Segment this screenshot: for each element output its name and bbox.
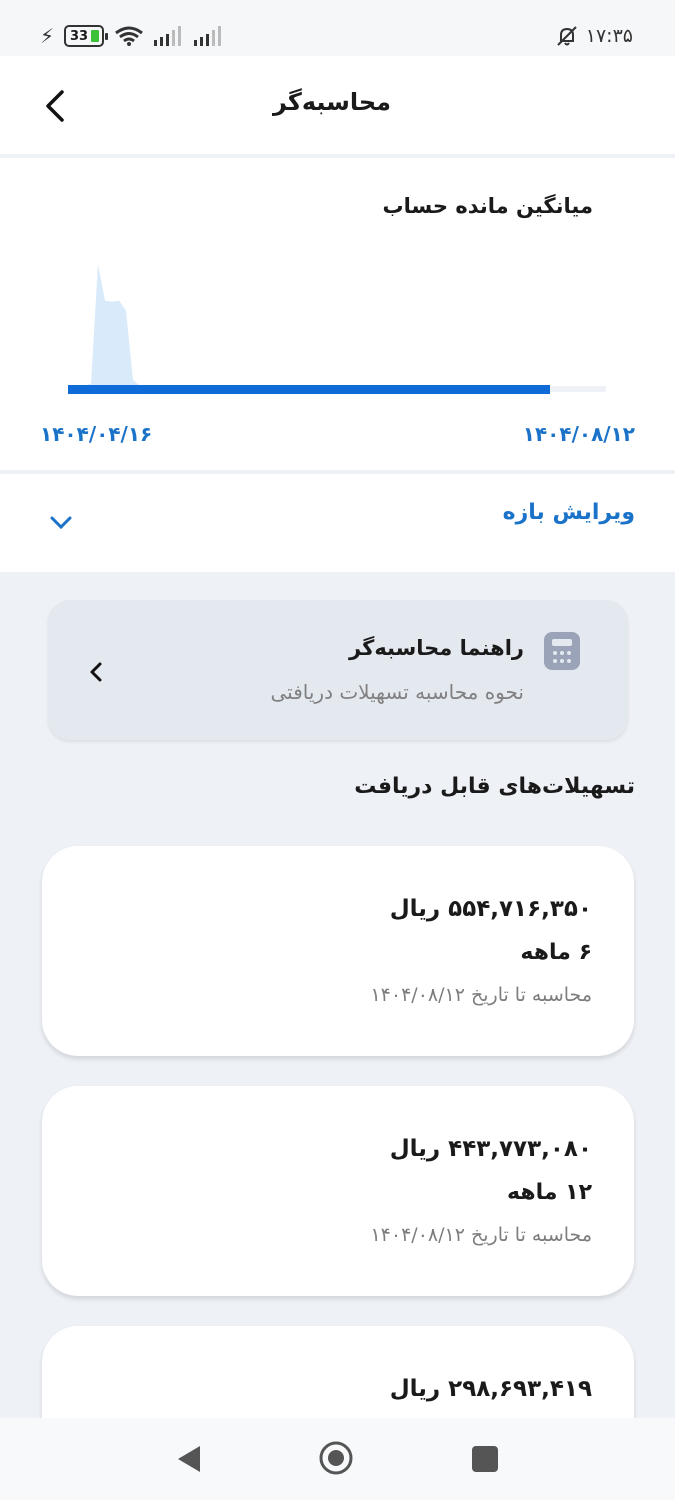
loan-card[interactable]: ۴۴۳,۷۷۳,۰۸۰ ریال ۱۲ ماهه محاسبه تا تاریخ…	[42, 1086, 634, 1296]
nav-back-icon[interactable]	[176, 1444, 202, 1474]
loan-date-note: محاسبه تا تاریخ ۱۴۰۴/۰۸/۱۲	[370, 984, 592, 1006]
chevron-down-icon[interactable]	[48, 514, 74, 532]
back-arrow-icon[interactable]	[40, 86, 74, 126]
chart-end-date: ۱۴۰۴/۰۸/۱۲	[522, 422, 635, 446]
status-right: ۱۷:۳۵	[556, 25, 633, 47]
status-bar: ⚡ 33 ۱۷:۳۵	[0, 0, 675, 56]
loan-date-note: محاسبه تا تاریخ ۱۴۰۴/۰۸/۱۲	[370, 1224, 592, 1246]
bell-off-icon	[557, 26, 577, 46]
battery-level: 33	[70, 28, 89, 44]
loan-amount: ۲۹۸,۶۹۳,۴۱۹ ریال	[389, 1376, 592, 1402]
loan-card[interactable]: ۵۵۴,۷۱۶,۳۵۰ ریال ۶ ماهه محاسبه تا تاریخ …	[42, 846, 634, 1056]
battery-icon: 33	[64, 25, 109, 47]
chart-area-series	[70, 264, 154, 386]
edit-range-row[interactable]: ویرایش بازه	[0, 474, 675, 572]
chevron-left-icon[interactable]	[88, 660, 104, 684]
loan-term: ۱۲ ماهه	[507, 1180, 592, 1205]
section-title: تسهیلات‌های قابل دریافت	[354, 774, 635, 799]
charging-icon: ⚡	[40, 24, 55, 48]
signal-icon	[154, 26, 182, 46]
app-header: محاسبه‌گر	[0, 56, 675, 154]
clock: ۱۷:۳۵	[585, 25, 633, 47]
loan-amount: ۴۴۳,۷۷۳,۰۸۰ ریال	[389, 1136, 592, 1162]
selected-range-bar[interactable]	[68, 385, 550, 394]
guide-subtitle: نحوه محاسبه تسهیلات دریافتی	[270, 680, 524, 704]
nav-recents-icon[interactable]	[472, 1446, 498, 1472]
loan-amount: ۵۵۴,۷۱۶,۳۵۰ ریال	[389, 896, 592, 922]
chart-start-date: ۱۴۰۴/۰۴/۱۶	[40, 422, 153, 446]
system-nav-bar	[0, 1418, 675, 1500]
signal-icon-2	[194, 26, 222, 46]
guide-title: راهنما محاسبه‌گر	[349, 636, 524, 660]
balance-chart-card: میانگین مانده حساب ۱۴۰۴/۰۴/۱۶ ۱۴۰۴/۰۸/۱۲	[0, 158, 675, 470]
edit-range-label[interactable]: ویرایش بازه	[503, 500, 635, 525]
calculator-icon	[544, 632, 580, 670]
nav-home-icon[interactable]	[318, 1440, 354, 1476]
status-left-icons: ⚡ 33	[40, 24, 224, 48]
loan-term: ۶ ماهه	[520, 940, 592, 965]
page-title: محاسبه‌گر	[272, 88, 391, 116]
wifi-icon	[115, 26, 143, 46]
calculator-guide-card[interactable]: راهنما محاسبه‌گر نحوه محاسبه تسهیلات دری…	[48, 600, 628, 740]
